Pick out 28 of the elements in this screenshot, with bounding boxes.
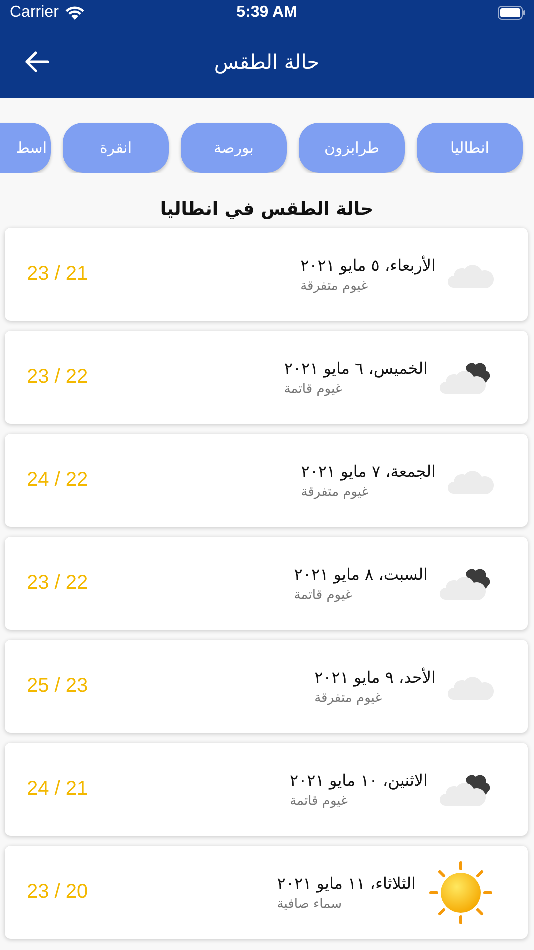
weather-condition: سماء صافية (277, 896, 342, 912)
weather-condition: غيوم قاتمة (290, 794, 348, 808)
weather-condition: غيوم قاتمة (284, 382, 342, 396)
carrier-name: Carrier (10, 4, 59, 22)
temperature-range: 23 / 22 (27, 366, 88, 389)
wifi-icon (64, 6, 85, 20)
forecast-date: الأربعاء، ٥ مايو ٢٠٢١ (300, 256, 436, 274)
status-time: 5:39 AM (236, 4, 298, 22)
temperature-range: 24 / 21 (27, 778, 88, 801)
section-title: حالة الطقس في انطاليا (159, 199, 375, 220)
battery-icon (498, 6, 526, 20)
temperature-range: 25 / 23 (27, 675, 88, 698)
temperature-range: 23 / 20 (27, 881, 88, 904)
forecast-date: الأحد، ٩ مايو ٢٠٢١ (314, 668, 436, 686)
forecast-date: الاثنين، ١٠ مايو ٢٠٢١ (290, 770, 428, 790)
forecast-date: السبت، ٨ مايو ٢٠٢١ (294, 564, 428, 584)
forecast-date: الخميس، ٦ مايو ٢٠٢١ (284, 358, 428, 378)
weather-condition: غيوم متفرقة (314, 690, 382, 706)
temperature-range: 24 / 22 (27, 469, 88, 492)
screen-title: حالة الطقس (214, 50, 320, 74)
weather-condition: غيوم قاتمة (294, 588, 352, 602)
temperature-range: 23 / 21 (27, 263, 88, 286)
weather-condition: غيوم متفرقة (301, 484, 369, 500)
weather-condition: غيوم متفرقة (300, 278, 368, 294)
forecast-date: الجمعة، ٧ مايو ٢٠٢١ (301, 462, 436, 480)
forecast-date: الثلاثاء، ١١ مايو ٢٠٢١ (277, 874, 416, 892)
sun-icon (428, 860, 494, 926)
temperature-range: 23 / 22 (27, 572, 88, 595)
